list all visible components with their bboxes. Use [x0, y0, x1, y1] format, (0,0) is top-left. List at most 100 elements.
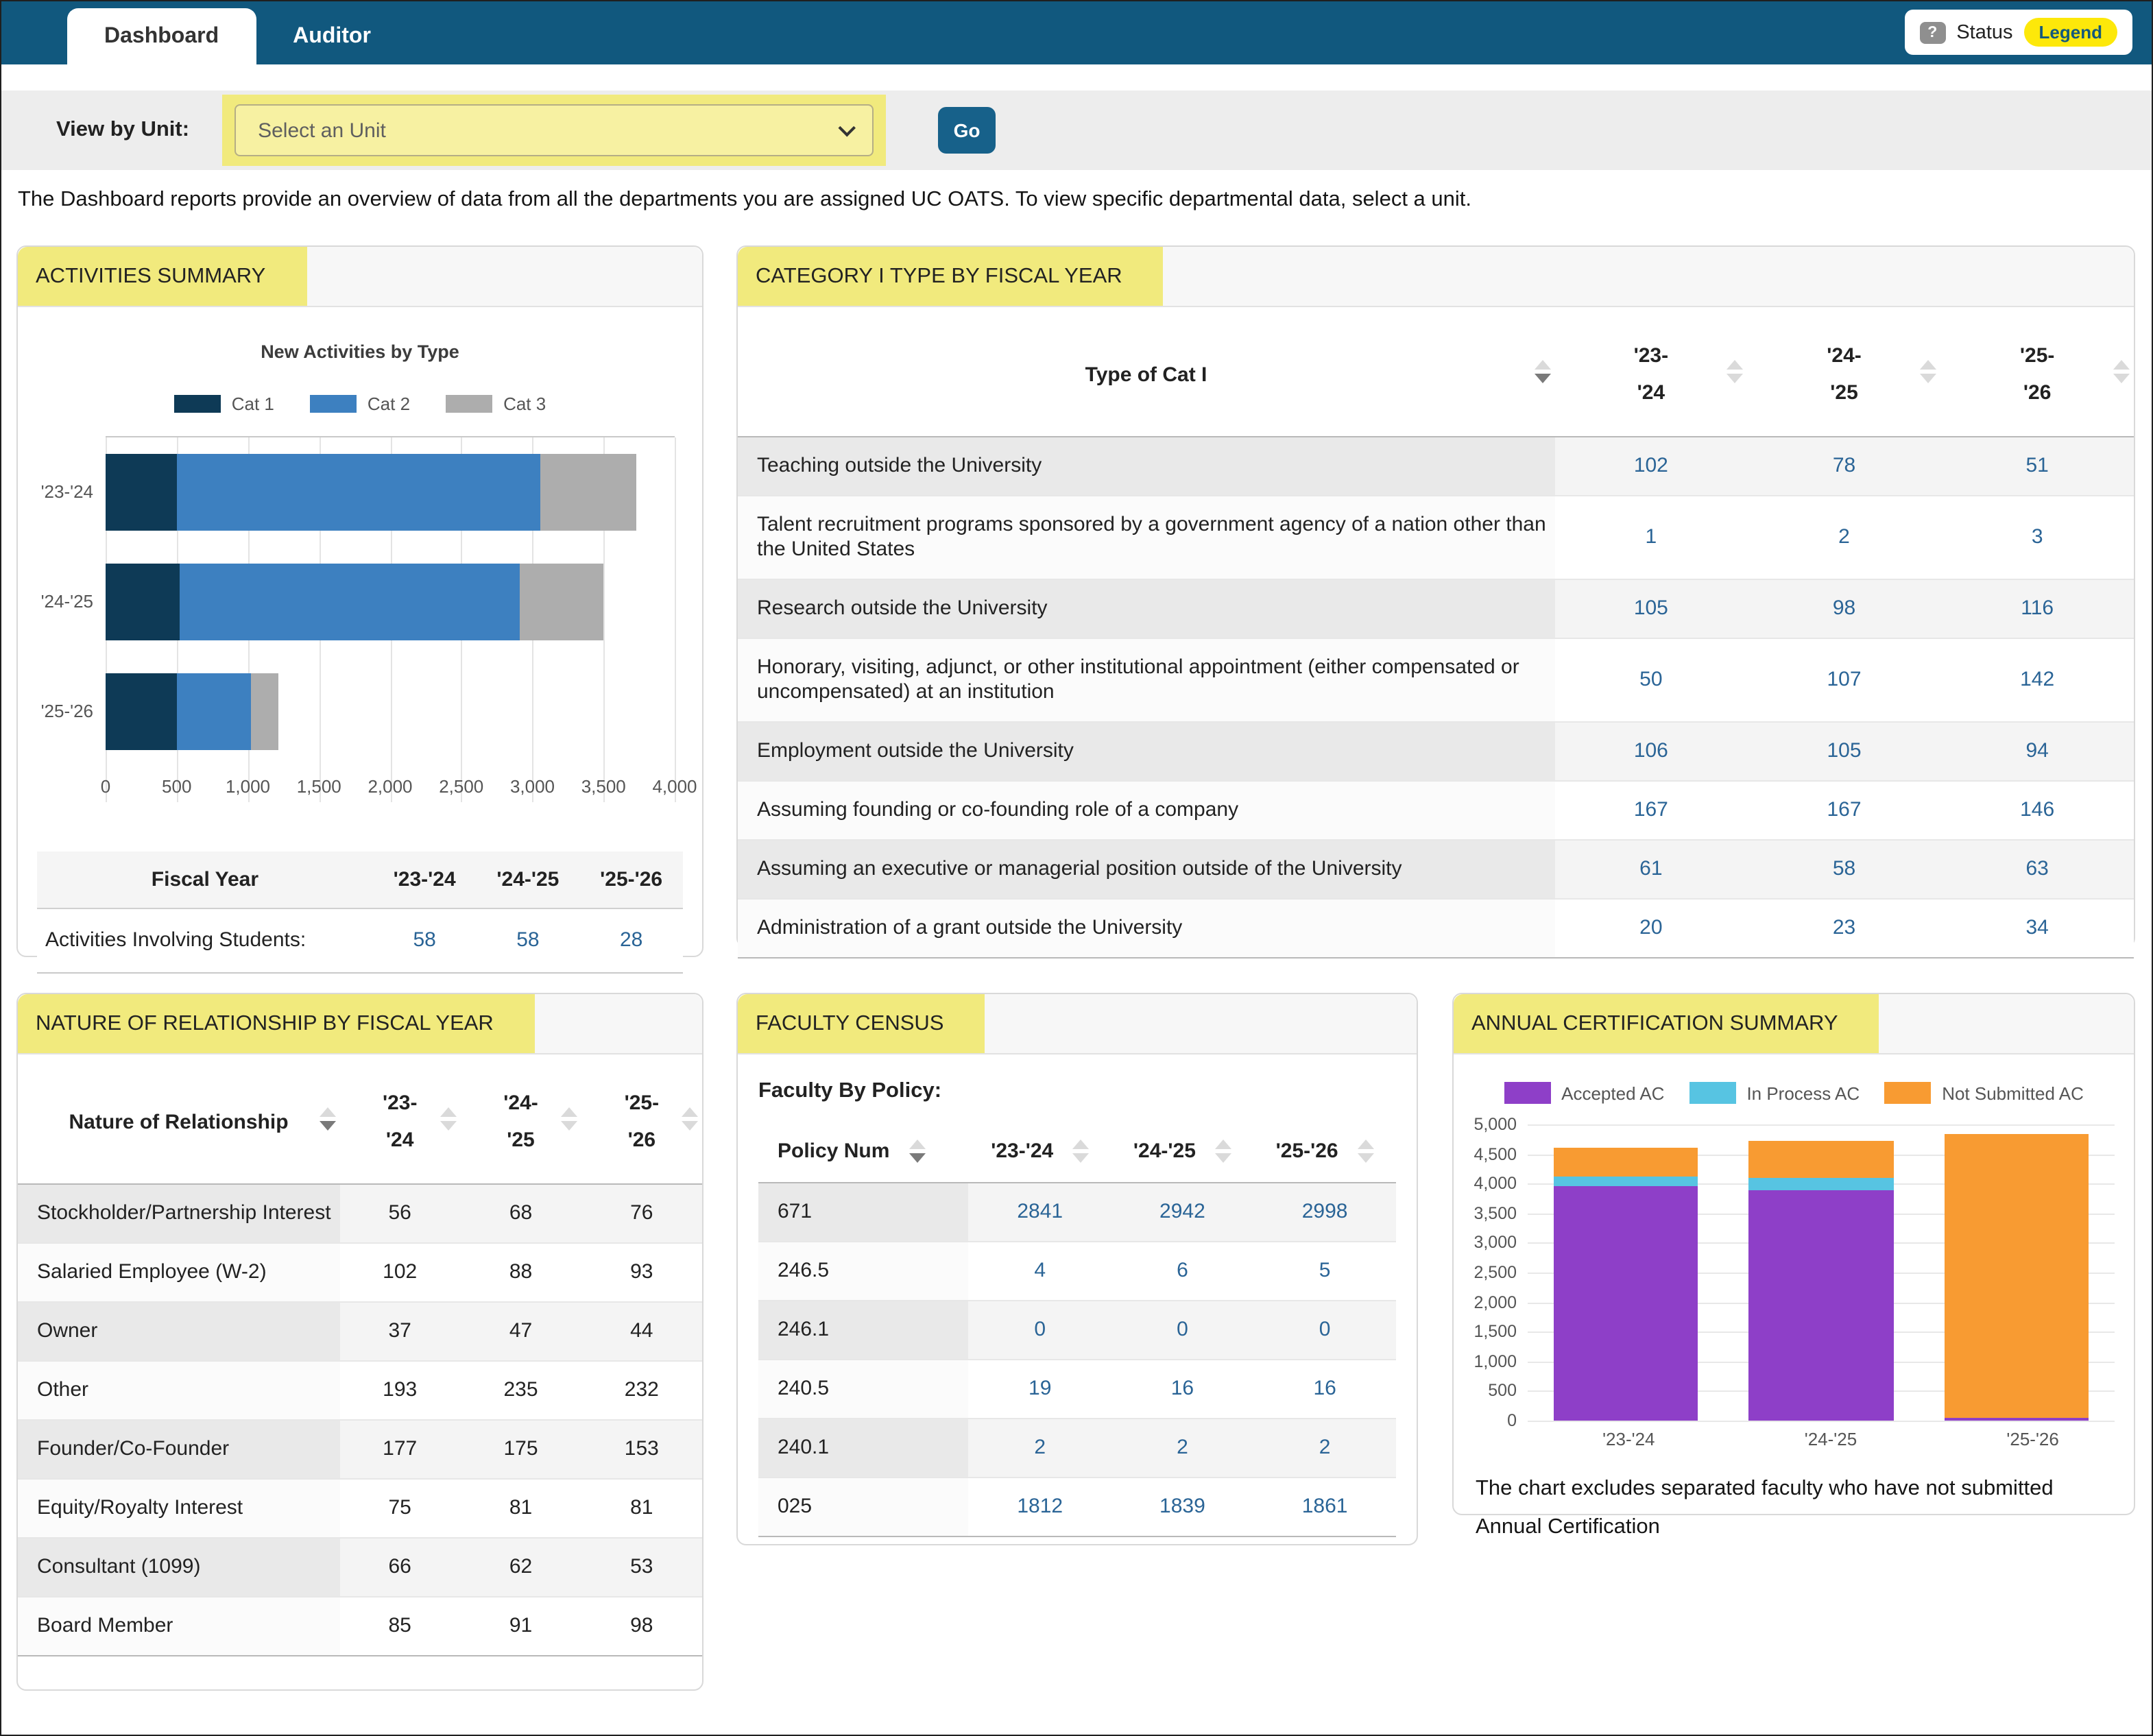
- y-tick-label: 0: [1507, 1411, 1517, 1430]
- header-wrap: '24-'25: [1133, 1140, 1231, 1163]
- value-link-cell[interactable]: 16: [1111, 1360, 1254, 1419]
- value-link-cell[interactable]: 102: [1554, 437, 1748, 496]
- table-row: Other193235232: [18, 1361, 702, 1420]
- value-link-cell[interactable]: 58: [1748, 840, 1941, 899]
- value-link-cell[interactable]: 58: [373, 908, 477, 973]
- column-header-year[interactable]: '25-'26: [1940, 307, 2134, 437]
- bar-segment-cat-1[interactable]: [106, 673, 177, 750]
- bar-segment-cat-1[interactable]: [106, 564, 180, 640]
- bar-segment-in-process-ac[interactable]: [1748, 1179, 1893, 1190]
- value-link-cell[interactable]: 58: [477, 908, 580, 973]
- value-link-cell[interactable]: 2998: [1253, 1183, 1396, 1242]
- legend-label: Cat 1: [232, 394, 274, 414]
- go-button[interactable]: Go: [938, 107, 996, 154]
- column-header-year: '23-'24: [373, 852, 477, 908]
- bar-segment-cat-3[interactable]: [541, 454, 636, 531]
- column-header-year[interactable]: '25-'26: [581, 1054, 702, 1184]
- value-link-cell[interactable]: 107: [1748, 638, 1941, 722]
- value-link-cell[interactable]: 51: [1940, 437, 2134, 496]
- column-header-year[interactable]: '24-'25: [1748, 307, 1941, 437]
- value-link-cell[interactable]: 2: [1748, 496, 1941, 579]
- bar-segment-cat-3[interactable]: [251, 673, 278, 750]
- column-header-year[interactable]: '24-'25: [1111, 1120, 1254, 1183]
- value-link-cell[interactable]: 146: [1940, 781, 2134, 840]
- top-nav: Dashboard Auditor ? Status Legend: [1, 1, 2152, 64]
- value-link-cell[interactable]: 4: [969, 1242, 1111, 1301]
- year-line-2: '24: [1560, 374, 1742, 411]
- value-link-cell[interactable]: 142: [1940, 638, 2134, 722]
- tab-auditor[interactable]: Auditor: [256, 8, 408, 64]
- tab-dashboard[interactable]: Dashboard: [67, 8, 256, 64]
- bar-segment-not-submitted-ac[interactable]: [1945, 1134, 2089, 1419]
- value-link-cell[interactable]: 61: [1554, 840, 1748, 899]
- bar-segment-not-submitted-ac[interactable]: [1553, 1148, 1698, 1177]
- status-legend-button[interactable]: ? Status Legend: [1904, 10, 2132, 55]
- bar-segment-cat-2[interactable]: [180, 564, 520, 640]
- column-header-name[interactable]: Type of Cat I: [738, 307, 1554, 437]
- sort-down-icon: [1534, 374, 1550, 383]
- panel-header: FACULTY CENSUS: [738, 994, 1417, 1054]
- value-link-cell[interactable]: 167: [1554, 781, 1748, 840]
- value-link-cell[interactable]: 6: [1111, 1242, 1254, 1301]
- value-link-cell[interactable]: 2: [1111, 1419, 1254, 1478]
- panel-title: ANNUAL CERTIFICATION SUMMARY: [1454, 994, 1879, 1053]
- unit-filter-bar: View by Unit: Select an Unit Go: [1, 91, 2152, 170]
- value-link-cell[interactable]: 19: [969, 1360, 1111, 1419]
- sort-down-icon: [1072, 1153, 1089, 1163]
- row-label-cell: Assuming founding or co-founding role of…: [738, 781, 1554, 840]
- x-tick-label: '23-'24: [1528, 1421, 1730, 1456]
- value-link-cell[interactable]: 63: [1940, 840, 2134, 899]
- bar-segment-accepted-ac[interactable]: [1748, 1190, 1893, 1421]
- x-tick-label: 1,000: [226, 776, 270, 797]
- column-header-year[interactable]: '23-'24: [969, 1120, 1111, 1183]
- value-link-cell[interactable]: 1861: [1253, 1478, 1396, 1536]
- value-link-cell[interactable]: 16: [1253, 1360, 1396, 1419]
- column-header-year[interactable]: '24-'25: [460, 1054, 581, 1184]
- value-link-cell[interactable]: 0: [969, 1301, 1111, 1360]
- value-link-cell[interactable]: 1839: [1111, 1478, 1254, 1536]
- bar-segment-cat-1[interactable]: [106, 454, 177, 531]
- value-link-cell[interactable]: 50: [1554, 638, 1748, 722]
- sort-arrows-icon: [1920, 360, 1936, 383]
- value-link-cell[interactable]: 20: [1554, 899, 1748, 958]
- column-header-year[interactable]: '23-'24: [1554, 307, 1748, 437]
- bar-segment-not-submitted-ac[interactable]: [1748, 1141, 1893, 1178]
- legend-badge[interactable]: Legend: [2024, 18, 2117, 47]
- column-header-name[interactable]: Policy Num: [758, 1120, 969, 1183]
- bar-segment-cat-3[interactable]: [520, 564, 603, 640]
- value-link-cell[interactable]: 167: [1748, 781, 1941, 840]
- value-link-cell[interactable]: 2942: [1111, 1183, 1254, 1242]
- bar-segment-accepted-ac[interactable]: [1945, 1419, 2089, 1421]
- value-link-cell[interactable]: 5: [1253, 1242, 1396, 1301]
- value-link-cell[interactable]: 1: [1554, 496, 1748, 579]
- column-header-year[interactable]: '23-'24: [339, 1054, 460, 1184]
- value-link-cell[interactable]: 98: [1748, 579, 1941, 638]
- bar-row: [106, 657, 675, 767]
- value-link-cell[interactable]: 0: [1111, 1301, 1254, 1360]
- value-link-cell[interactable]: 2: [1253, 1419, 1396, 1478]
- column-header-year[interactable]: '25-'26: [1253, 1120, 1396, 1183]
- value-link-cell[interactable]: 105: [1748, 722, 1941, 781]
- value-link-cell[interactable]: 116: [1940, 579, 2134, 638]
- y-tick-label: 3,000: [1474, 1233, 1517, 1253]
- value-link-cell[interactable]: 1812: [969, 1478, 1111, 1536]
- value-link-cell[interactable]: 78: [1748, 437, 1941, 496]
- panel-title: ACTIVITIES SUMMARY: [18, 247, 306, 306]
- value-link-cell[interactable]: 0: [1253, 1301, 1396, 1360]
- bar-segment-cat-2[interactable]: [177, 454, 541, 531]
- value-link-cell[interactable]: 105: [1554, 579, 1748, 638]
- bar-segment-accepted-ac[interactable]: [1553, 1186, 1698, 1421]
- bar-segment-in-process-ac[interactable]: [1553, 1176, 1698, 1186]
- column-header-name[interactable]: Nature of Relationship: [18, 1054, 339, 1184]
- value-link-cell[interactable]: 94: [1940, 722, 2134, 781]
- value-link-cell[interactable]: 23: [1748, 899, 1941, 958]
- value-link-cell[interactable]: 106: [1554, 722, 1748, 781]
- value-link-cell[interactable]: 2841: [969, 1183, 1111, 1242]
- value-link-cell[interactable]: 2: [969, 1419, 1111, 1478]
- header-wrap: Policy Num: [778, 1140, 925, 1163]
- unit-select[interactable]: Select an Unit: [234, 104, 874, 156]
- value-link-cell[interactable]: 34: [1940, 899, 2134, 958]
- bar-segment-cat-2[interactable]: [177, 673, 251, 750]
- value-link-cell[interactable]: 3: [1940, 496, 2134, 579]
- value-link-cell[interactable]: 28: [579, 908, 683, 973]
